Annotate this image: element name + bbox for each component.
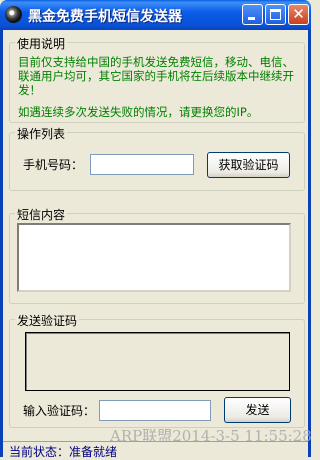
title-bar[interactable]: 黑金免费手机短信发送器 ✕ (0, 0, 311, 30)
operations-legend: 操作列表 (15, 125, 68, 142)
sms-content-textarea[interactable] (17, 223, 291, 292)
status-bar: 当前状态：准备就绪 (3, 441, 308, 459)
close-button[interactable]: ✕ (288, 4, 309, 25)
usage-group: 使用说明 目前仅支持给中国的手机发送免费短信，移动、电信、联通用户均可，其它国家… (9, 35, 305, 123)
window-title: 黑金免费手机短信发送器 (28, 9, 182, 25)
minimize-button[interactable] (242, 4, 263, 25)
code-input-label: 输入验证码： (23, 404, 96, 418)
maximize-icon (266, 5, 285, 24)
window-frame-right (308, 30, 311, 457)
disc-icon[interactable] (5, 6, 22, 23)
window-frame-left (0, 30, 3, 457)
usage-info: 目前仅支持给中国的手机发送免费短信，移动、电信、联通用户均可，其它国家的手机将在… (18, 55, 300, 127)
sms-legend: 短信内容 (15, 206, 68, 223)
send-button[interactable]: 发送 (224, 397, 291, 423)
phone-label: 手机号码： (23, 158, 84, 172)
usage-text-2: 如遇连续多次发送失败的情况，请更换您的IP。 (18, 105, 259, 119)
operations-group: 操作列表 手机号码： 获取验证码 (9, 125, 305, 191)
usage-legend: 使用说明 (15, 35, 68, 52)
captcha-image-panel (25, 332, 290, 391)
status-text: 当前状态：准备就绪 (9, 445, 118, 459)
verify-legend: 发送验证码 (15, 312, 80, 329)
code-input[interactable] (99, 400, 211, 421)
verify-group: 发送验证码 输入验证码： 发送 (9, 312, 305, 428)
phone-input[interactable] (90, 154, 194, 175)
sms-group: 短信内容 (9, 206, 305, 304)
get-code-button[interactable]: 获取验证码 (207, 152, 290, 178)
usage-text-1: 目前仅支持给中国的手机发送免费短信，移动、电信、联通用户均可，其它国家的手机将在… (18, 55, 294, 97)
close-icon: ✕ (292, 5, 305, 23)
maximize-button[interactable] (265, 4, 286, 25)
minimize-icon (243, 5, 262, 24)
